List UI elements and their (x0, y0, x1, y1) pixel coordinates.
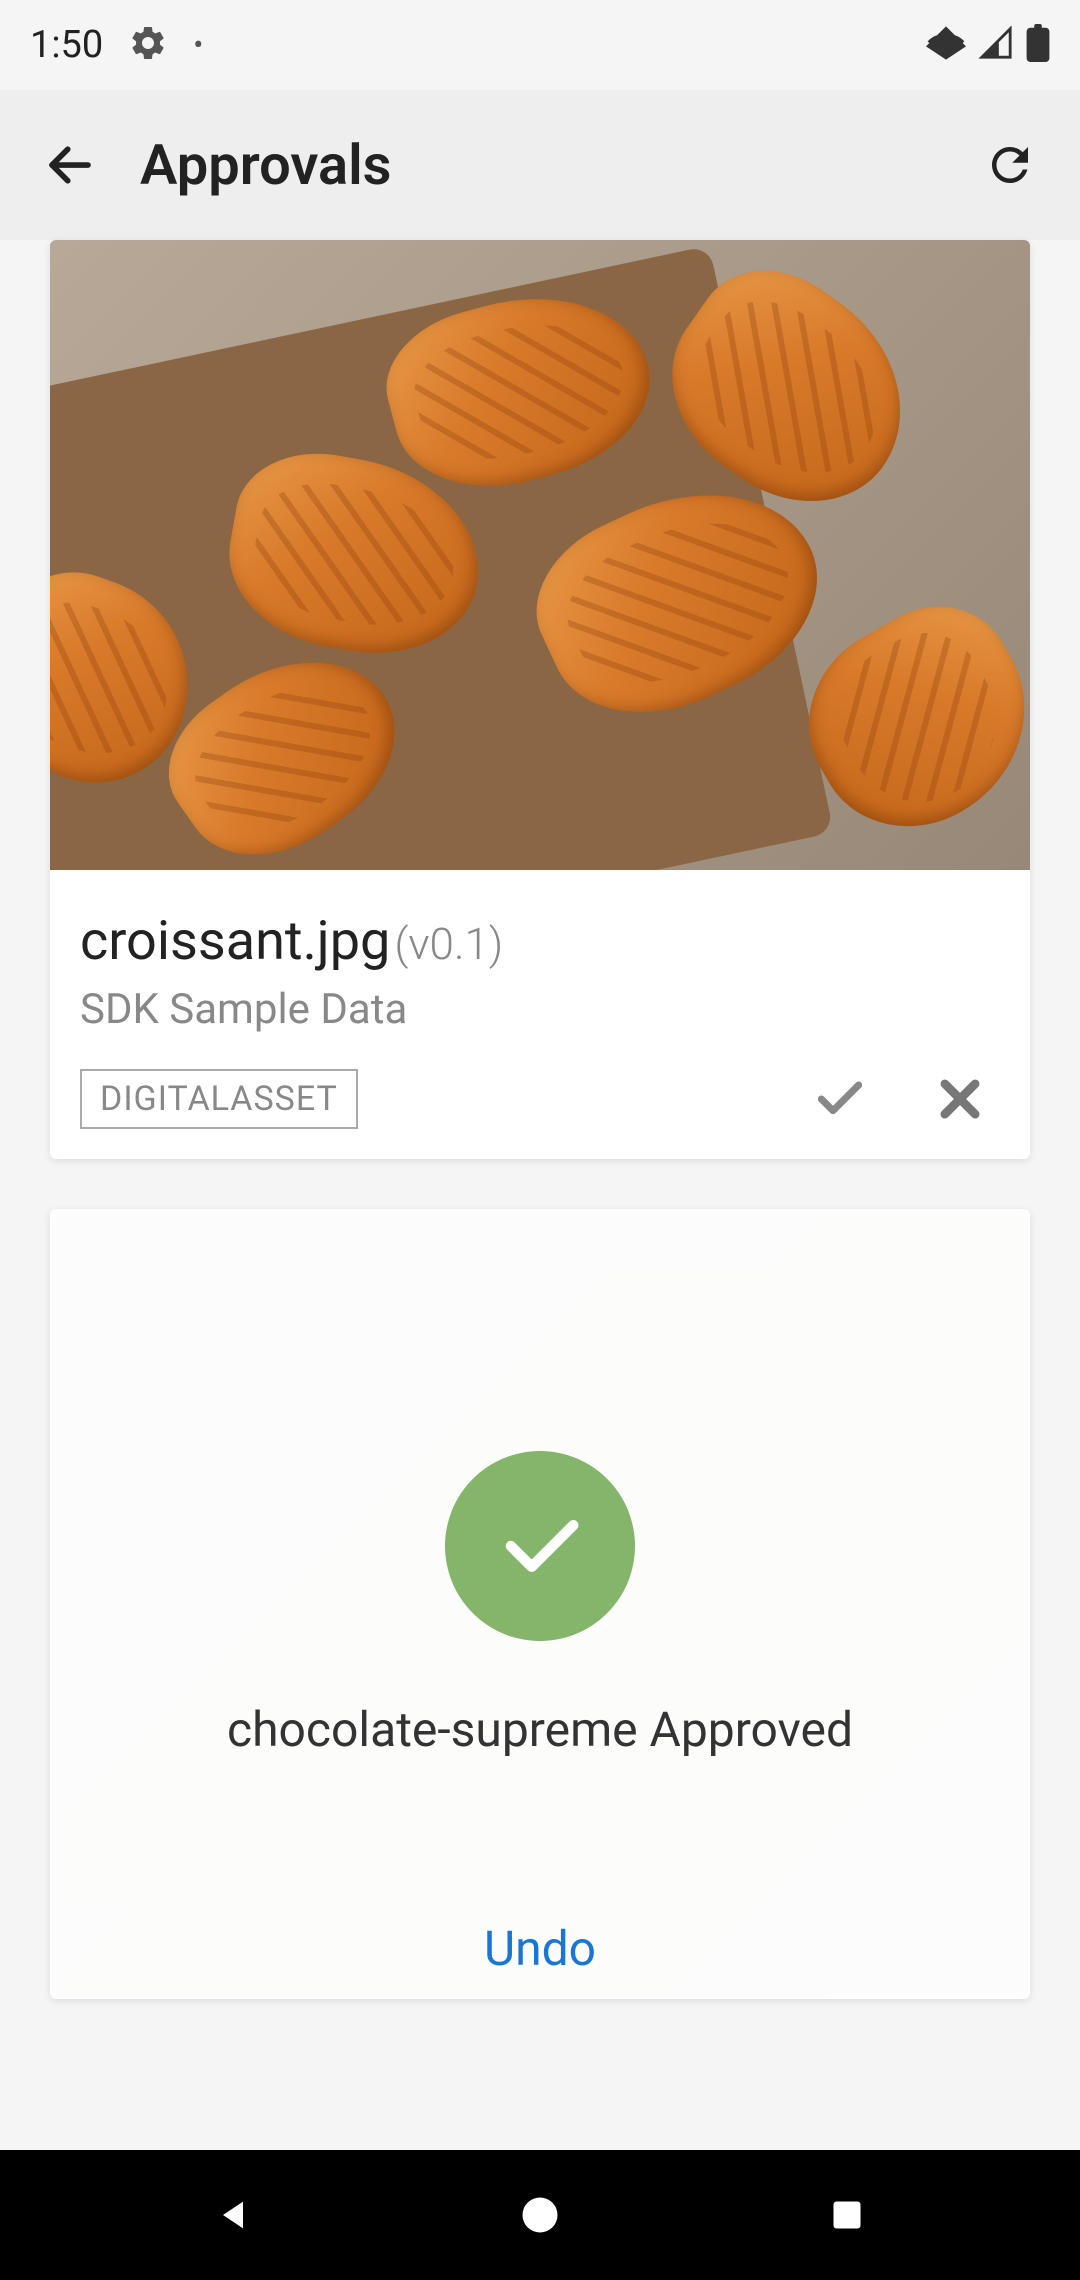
approved-card: chocolate-supreme Approved Undo (50, 1209, 1030, 1999)
battery-icon (1026, 24, 1050, 66)
approve-button[interactable] (810, 1069, 870, 1129)
reject-button[interactable] (930, 1069, 990, 1129)
navigation-bar (0, 2150, 1080, 2280)
card-version: (v0.1) (394, 918, 503, 970)
status-bar: 1:50 • (0, 0, 1080, 90)
card-filename: croissant.jpg (80, 910, 390, 973)
signal-icon (978, 26, 1014, 64)
check-circle-icon (445, 1451, 635, 1641)
nav-recent-button[interactable] (807, 2175, 887, 2255)
card-image (50, 240, 1030, 870)
undo-button[interactable]: Undo (50, 1920, 1030, 1977)
app-bar: Approvals (0, 90, 1080, 240)
approved-status-text: chocolate-supreme Approved (227, 1701, 853, 1758)
nav-back-button[interactable] (193, 2175, 273, 2255)
status-time: 1:50 (30, 23, 103, 67)
page-title: Approvals (140, 132, 391, 198)
dot-icon: • (193, 28, 203, 63)
refresh-button[interactable] (970, 125, 1050, 205)
gear-icon (128, 23, 168, 67)
asset-tag: DIGITALASSET (80, 1069, 358, 1129)
back-button[interactable] (30, 125, 110, 205)
approval-card[interactable]: croissant.jpg (v0.1) SDK Sample Data DIG… (50, 240, 1030, 1159)
wifi-icon (926, 26, 966, 64)
card-subtitle: SDK Sample Data (80, 985, 1000, 1034)
nav-home-button[interactable] (500, 2175, 580, 2255)
